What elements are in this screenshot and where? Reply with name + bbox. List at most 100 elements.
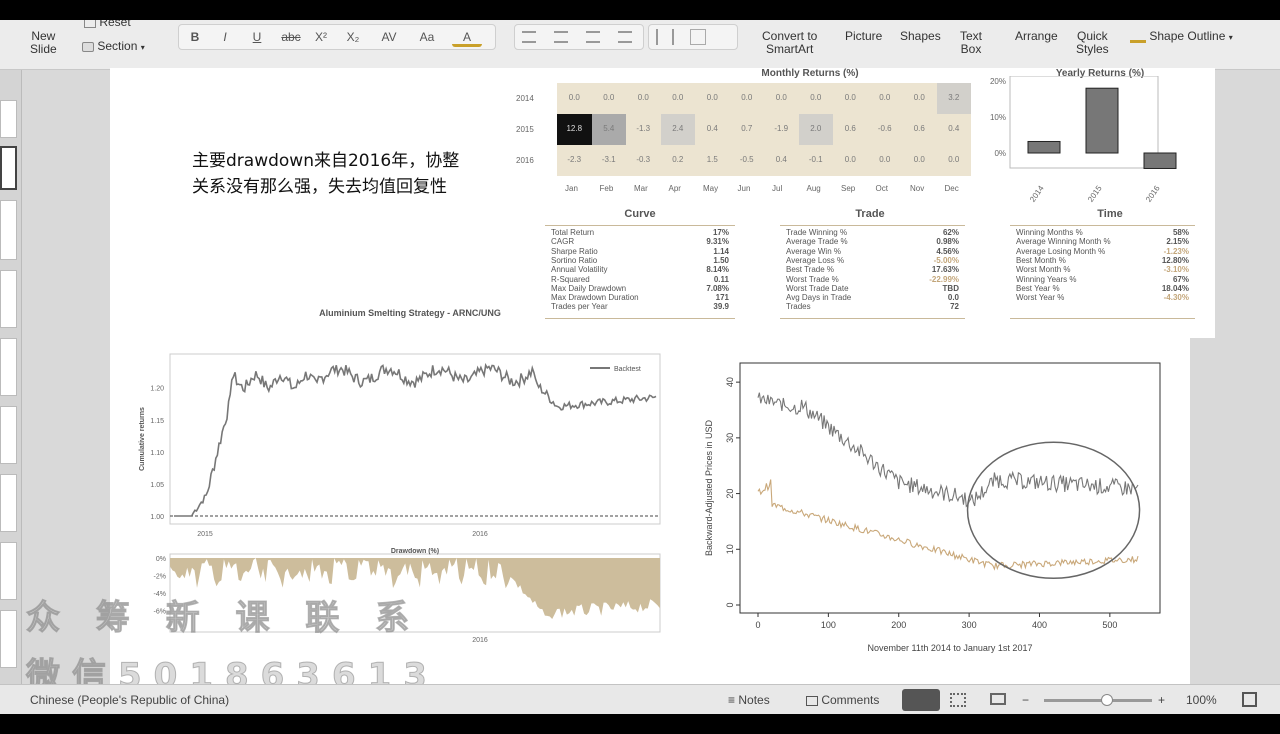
text-direction-icon[interactable] xyxy=(690,29,706,45)
picture-button[interactable]: Picture xyxy=(845,30,882,43)
quick-styles-label: Quick Styles xyxy=(1076,29,1109,56)
slide-thumbnail[interactable] xyxy=(0,474,17,532)
watermark-line1: 众 筹 新 课 联 系 xyxy=(25,598,422,639)
quick-styles-button[interactable]: Quick Styles xyxy=(1076,30,1109,56)
stat-label: Average Winning Month % xyxy=(1016,237,1111,247)
shapes-button[interactable]: Shapes xyxy=(900,30,941,43)
heatmap-cell: -3.1 xyxy=(591,145,626,176)
heatmap-cell: -0.6 xyxy=(867,114,902,145)
tearsheet-image[interactable]: Monthly Returns (%) Yearly Returns (%) 2… xyxy=(510,68,1215,338)
section-label: Section xyxy=(97,39,138,53)
reset-icon xyxy=(84,20,96,28)
zoom-in-button[interactable]: + xyxy=(1158,693,1165,707)
stat-value: -5.00% xyxy=(933,255,959,265)
superscript-button[interactable]: X² xyxy=(310,27,332,47)
strikethrough-button[interactable]: abc xyxy=(278,27,304,47)
character-spacing-button[interactable]: AV xyxy=(374,27,404,47)
stat-value: 171 xyxy=(715,293,729,303)
heatmap-cell: -0.5 xyxy=(729,145,764,176)
stat-value: TBD xyxy=(942,283,959,293)
stat-value: 7.08% xyxy=(706,283,729,293)
prices-xtick-label: 300 xyxy=(962,620,977,630)
heatmap-month-label: Oct xyxy=(875,184,888,193)
stat-value: 39.9 xyxy=(713,302,729,312)
heatmap-cell: -2.3 xyxy=(557,145,592,176)
heatmap-cell: 0.0 xyxy=(936,145,971,176)
heatmap-cell: 2.4 xyxy=(660,114,695,145)
stat-label: R-Squared xyxy=(551,274,590,284)
text-box-button[interactable]: Text Box xyxy=(960,30,982,56)
slide-sorter-icon[interactable] xyxy=(950,693,966,707)
convert-smartart-button[interactable]: Convert to SmartArt xyxy=(762,30,817,56)
cum-plot-frame xyxy=(169,353,661,525)
fit-to-window-icon[interactable] xyxy=(1242,692,1257,707)
align-right-icon[interactable] xyxy=(586,31,600,43)
heatmap-cell: 0.0 xyxy=(867,83,902,114)
heatmap-cell: 0.0 xyxy=(695,83,730,114)
heatmap-month-label: Jun xyxy=(737,184,751,193)
heatmap-cell: 0.0 xyxy=(626,83,661,114)
slide-thumbnail-selected[interactable] xyxy=(0,146,17,190)
slide-thumbnail[interactable] xyxy=(0,270,17,328)
zoom-slider[interactable] xyxy=(1044,694,1152,706)
annotation-text-line2[interactable]: 关系没有那么强，失去均值回复性 xyxy=(192,172,447,197)
annotation-text-line1[interactable]: 主要drawdown来自2016年，协整 xyxy=(192,146,459,171)
cum-xtick-label: 2016 xyxy=(472,531,488,538)
text-box-label: Text Box xyxy=(960,29,983,56)
cum-ytick-label: 1.15 xyxy=(150,418,164,425)
justify-icon[interactable] xyxy=(618,31,632,43)
stat-value: -22.99% xyxy=(929,274,959,284)
align-center-icon[interactable] xyxy=(554,31,568,43)
new-slide-button[interactable]: New Slide xyxy=(30,30,57,56)
prices-xtick-label: 500 xyxy=(1102,620,1117,630)
slideshow-icon[interactable] xyxy=(990,693,1006,705)
heatmap-year-label: 2016 xyxy=(516,156,534,165)
backward-adjusted-prices-chart[interactable]: 4030201000 100 200 300 400 500Backward-Adjust… xyxy=(700,343,1170,653)
stat-value: 67% xyxy=(1172,274,1189,284)
arrange-button[interactable]: Arrange xyxy=(1015,30,1058,43)
zoom-level[interactable]: 100% xyxy=(1186,693,1217,707)
stat-label: Max Drawdown Duration xyxy=(551,293,639,303)
change-case-button[interactable]: Aa xyxy=(412,27,442,47)
heatmap-cell: 0.0 xyxy=(557,83,592,114)
zoom-slider-thumb[interactable] xyxy=(1100,694,1113,706)
underline-button[interactable]: U xyxy=(246,27,268,47)
stat-label: Best Month % xyxy=(1016,255,1066,265)
section-button[interactable]: Section ▾ xyxy=(82,40,145,54)
slide-thumbnail[interactable] xyxy=(0,338,17,396)
new-slide-label: New Slide xyxy=(30,29,57,56)
heatmap-cell: 12.8 xyxy=(557,114,592,145)
slide-thumbnail[interactable] xyxy=(0,542,17,600)
bold-button[interactable]: B xyxy=(184,27,206,47)
heatmap-month-label: Sep xyxy=(841,184,856,193)
time-stats-list: Winning Months % 58% Average Winning Month… xyxy=(1010,225,1195,319)
cum-ytick-label: 1.00 xyxy=(150,514,164,521)
heatmap-cell: 0.0 xyxy=(867,145,902,176)
slide-thumbnail[interactable] xyxy=(0,406,17,464)
prices-xtick-label: 200 xyxy=(891,620,906,630)
slide-thumbnail[interactable] xyxy=(0,610,17,668)
slide-thumbnail-pane[interactable] xyxy=(0,70,22,684)
stat-value: 2.15% xyxy=(1166,237,1189,247)
cumulative-returns-chart[interactable]: 1.20 1.15 1.10 1.05 1.00 2015 2016 Cumulative r… xyxy=(130,348,670,553)
font-color-button[interactable]: A xyxy=(452,27,482,47)
align-left-icon[interactable] xyxy=(522,31,536,43)
subscript-button[interactable]: X₂ xyxy=(342,27,364,47)
stat-label: Sharpe Ratio xyxy=(551,246,598,256)
notes-button[interactable]: ≡ Notes xyxy=(728,693,770,707)
trade-stats-title: Trade xyxy=(855,208,885,220)
comments-button[interactable]: Comments xyxy=(806,693,879,707)
columns-icon[interactable] xyxy=(656,29,674,45)
language-indicator[interactable]: Chinese (People's Republic of China) xyxy=(30,693,229,707)
slide-thumbnail[interactable] xyxy=(0,100,17,138)
dd-title: Drawdown (%) xyxy=(391,548,439,555)
slide-thumbnail[interactable] xyxy=(0,200,17,260)
stat-label: Max Daily Drawdown xyxy=(551,283,627,293)
italic-button[interactable]: I xyxy=(214,27,236,47)
zoom-out-button[interactable]: − xyxy=(1022,693,1029,707)
stat-value: 9.31% xyxy=(706,237,729,247)
normal-view-button[interactable] xyxy=(902,689,940,711)
dd-xtick-label: 2016 xyxy=(472,637,488,644)
reset-button[interactable]: Reset xyxy=(84,20,131,29)
shape-outline-button[interactable]: Shape Outline ▾ xyxy=(1130,30,1233,44)
